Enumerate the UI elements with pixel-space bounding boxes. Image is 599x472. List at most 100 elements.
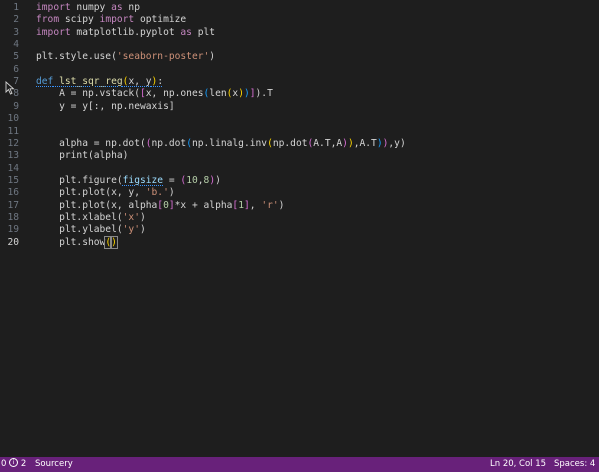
line-number: 19	[7, 224, 19, 236]
code-token: :	[157, 76, 164, 88]
code-token: scipy	[59, 14, 100, 26]
line-number: 14	[7, 162, 19, 174]
code-line[interactable]: 1 import numpy as np	[0, 1, 599, 14]
code-line[interactable]: 5 plt.style.use('seaborn-poster')	[0, 50, 599, 63]
code-token: )	[278, 199, 285, 211]
code-token: print(alpha)	[36, 150, 129, 162]
code-token: )	[139, 211, 146, 223]
vscode-window: 1 import numpy as np 2 from scipy import op…	[0, 0, 599, 472]
line-number: 2	[13, 14, 19, 26]
error-count: 0	[1, 459, 7, 469]
code-token: plt.xlabel(	[36, 211, 123, 223]
code-token: )	[209, 51, 216, 63]
line-number: 3	[13, 26, 19, 38]
code-token: import	[36, 2, 71, 13]
code-text: A = np.vstack([x, np.ones(len(x))]).T	[36, 87, 273, 100]
code-text: def lst_sqr_reg(x, y):	[36, 75, 163, 88]
code-line[interactable]: 3 import matplotlib.pyplot as plt	[0, 26, 599, 39]
line-number: 11	[7, 125, 19, 137]
code-token: len	[209, 88, 227, 100]
code-line[interactable]: 4	[0, 38, 599, 51]
code-token: plt	[191, 26, 216, 38]
code-line[interactable]: 19 plt.ylabel('y')	[0, 223, 599, 236]
code-text: plt.figure(figsize = (10,8))	[36, 174, 221, 187]
line-number: 4	[13, 39, 19, 51]
code-token: A.T,A	[313, 137, 343, 149]
line-number: 1	[13, 2, 19, 13]
code-token: )	[139, 224, 146, 236]
code-line[interactable]: 10	[0, 112, 599, 125]
problems-indicator[interactable]: 0 i 2	[1, 457, 26, 472]
code-line[interactable]: 15 plt.figure(figsize = (10,8))	[0, 174, 599, 187]
line-number: 15	[7, 174, 19, 186]
code-line[interactable]: 18 plt.xlabel('x')	[0, 211, 599, 224]
line-number: 20	[7, 236, 19, 248]
code-token: plt.show	[36, 236, 106, 248]
code-line[interactable]: 20 plt.show()	[0, 235, 599, 249]
code-token: import	[36, 26, 71, 38]
code-text: plt.show()	[36, 235, 118, 249]
code-token: as	[180, 26, 192, 38]
code-line[interactable]: 6	[0, 63, 599, 76]
code-token: np	[122, 2, 140, 13]
code-token: plt.ylabel(	[36, 224, 123, 236]
code-token: )	[168, 187, 175, 199]
code-text: plt.ylabel('y')	[36, 223, 146, 236]
line-number: 17	[7, 199, 19, 211]
line-number: 16	[7, 187, 19, 199]
code-text: plt.xlabel('x')	[36, 211, 146, 224]
info-icon: i	[9, 458, 19, 467]
code-token: 10	[186, 174, 198, 186]
code-token: plt.plot(x, alpha	[36, 199, 158, 211]
code-line[interactable]: 7 def lst_sqr_reg(x, y):	[0, 75, 599, 88]
code-token: np.dot	[272, 137, 308, 149]
code-token: x, y	[128, 76, 152, 88]
code-token: )	[110, 235, 118, 249]
code-token: ,	[249, 199, 262, 211]
code-text: plt.plot(x, y, 'b.')	[36, 186, 175, 199]
code-token: as	[111, 2, 123, 13]
code-token: 'b.'	[145, 187, 169, 199]
code-token: ,A.T	[353, 137, 377, 149]
code-token: plt.style.use(	[36, 51, 117, 63]
line-number: 5	[13, 51, 19, 63]
code-token: np.linalg.inv	[191, 137, 268, 149]
code-token: A = np.vstack(	[36, 88, 140, 100]
cursor-position[interactable]: Ln 20, Col 15	[490, 457, 546, 472]
code-token: def	[36, 76, 54, 88]
code-token: from	[36, 14, 60, 26]
code-token: *x + alpha	[174, 199, 233, 211]
code-text: print(alpha)	[36, 149, 128, 162]
code-editor[interactable]: 1 import numpy as np 2 from scipy import op…	[0, 0, 599, 457]
code-line[interactable]: 17 plt.plot(x, alpha[0]*x + alpha[1], 'r…	[0, 199, 599, 212]
code-text: plt.style.use('seaborn-poster')	[36, 50, 215, 63]
code-token: alpha = np.dot(	[36, 137, 146, 149]
code-token: ).T	[255, 88, 273, 100]
code-token: import	[99, 14, 135, 26]
code-token: 'seaborn-poster'	[116, 51, 210, 63]
code-token: optimize	[134, 14, 187, 26]
code-token: )	[215, 174, 221, 186]
code-token: ,y)	[388, 137, 406, 149]
status-bar: 0 i 2 Sourcery Ln 20, Col 15 Spaces: 4	[0, 457, 599, 472]
code-line[interactable]: 9 y = y[:, np.newaxis]	[0, 100, 599, 113]
code-text: from scipy import optimize	[36, 13, 186, 26]
code-token: lst_sqr_reg	[59, 76, 123, 88]
code-token: x, np.ones	[145, 88, 204, 100]
code-token: 'x'	[122, 211, 140, 223]
code-line[interactable]: 8 A = np.vstack([x, np.ones(len(x))]).T	[0, 87, 599, 100]
sourcery-status[interactable]: Sourcery	[35, 457, 73, 472]
indentation-setting[interactable]: Spaces: 4	[554, 457, 595, 472]
line-number: 13	[7, 150, 19, 162]
code-line[interactable]: 2 from scipy import optimize	[0, 13, 599, 26]
code-token: 'r'	[261, 199, 279, 211]
code-line[interactable]: 16 plt.plot(x, y, 'b.')	[0, 186, 599, 199]
code-token: numpy	[70, 2, 112, 13]
line-number: 6	[13, 63, 19, 75]
code-line[interactable]: 12 alpha = np.dot((np.dot(np.linalg.inv(…	[0, 137, 599, 150]
code-line[interactable]: 13 print(alpha)	[0, 149, 599, 162]
code-line[interactable]: 11	[0, 125, 599, 138]
code-line[interactable]: 14	[0, 162, 599, 175]
code-token: y = y[:, np.newaxis]	[36, 100, 175, 112]
code-text: import matplotlib.pyplot as plt	[36, 26, 215, 39]
